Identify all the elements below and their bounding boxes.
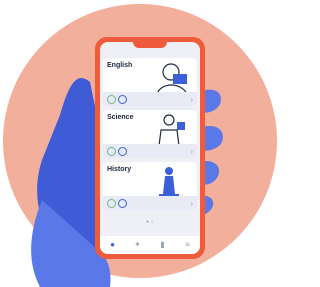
home-icon[interactable]: ● — [109, 241, 117, 249]
illustration-scene: English › Science › History › ● ○ ● ✦ ▮ … — [0, 0, 277, 287]
subject-card-history[interactable]: History › — [103, 162, 197, 210]
chevron-right-icon: › — [190, 199, 193, 208]
menu-icon[interactable]: ≡ — [184, 241, 192, 249]
chevron-right-icon: › — [190, 147, 193, 156]
phone-notch — [133, 42, 167, 48]
progress-dot-icon — [107, 95, 116, 104]
chevron-right-icon: › — [190, 95, 193, 104]
progress-dot-icon — [118, 199, 127, 208]
progress-dot-icon — [107, 147, 116, 156]
scientist-icon — [158, 114, 185, 147]
progress-dot-icon — [118, 95, 127, 104]
subject-card-english[interactable]: English › — [103, 58, 197, 106]
phone-frame: English › Science › History › ● ○ ● ✦ ▮ … — [95, 37, 205, 259]
pin-icon[interactable]: ✦ — [134, 241, 142, 249]
subject-title: History — [107, 166, 132, 173]
subject-title: Science — [107, 114, 134, 121]
progress-dot-icon — [118, 147, 127, 156]
subject-card-science[interactable]: Science › — [103, 110, 197, 158]
stats-icon[interactable]: ▮ — [159, 241, 167, 249]
statue-icon — [159, 167, 179, 198]
phone-screen: English › Science › History › ● ○ ● ✦ ▮ … — [100, 42, 200, 254]
subject-title: English — [107, 62, 133, 69]
reading-person-icon — [156, 63, 188, 95]
page-indicator: ● ○ — [146, 219, 154, 225]
bottom-navbar: ● ✦ ▮ ≡ — [100, 236, 200, 254]
progress-dot-icon — [107, 199, 116, 208]
